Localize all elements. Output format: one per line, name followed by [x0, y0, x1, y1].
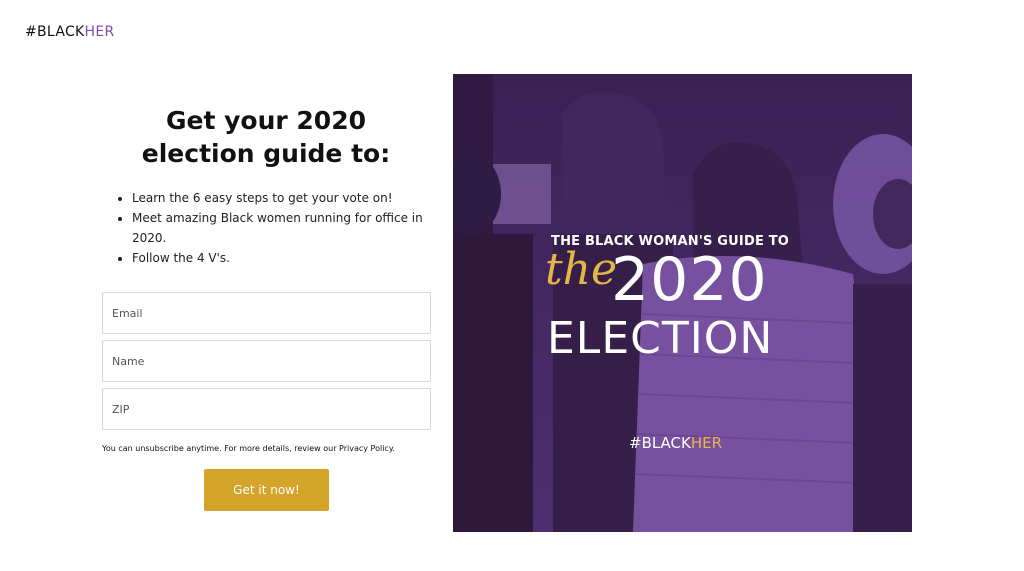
get-it-now-button[interactable]: Get it now!	[204, 469, 329, 511]
brand-logo-prefix: #BLACK	[25, 24, 85, 40]
brand-logo-suffix: HER	[84, 24, 115, 40]
hero-hashtag-suffix: HER	[690, 434, 723, 452]
unsubscribe-note: You can unsubscribe anytime. For more de…	[102, 444, 395, 453]
hero-image: THE BLACK WOMAN'S GUIDE TO the 2020 ELEC…	[453, 74, 912, 532]
benefit-item: Learn the 6 easy steps to get your vote …	[132, 188, 431, 208]
benefit-item: Meet amazing Black women running for off…	[132, 208, 431, 248]
hero-script-word: the	[545, 244, 618, 295]
hero-year: 2020	[611, 245, 768, 315]
benefits-list: Learn the 6 easy steps to get your vote …	[102, 188, 431, 268]
signup-form: Get your 2020 election guide to: Learn t…	[102, 104, 431, 511]
name-field[interactable]	[102, 340, 431, 382]
brand-logo[interactable]: #BLACKHER	[25, 24, 115, 40]
form-headline: Get your 2020 election guide to:	[141, 106, 391, 168]
zip-field[interactable]	[102, 388, 431, 430]
benefit-item: Follow the 4 V's.	[132, 248, 431, 268]
hero-title: ELECTION	[547, 313, 774, 364]
hero-hashtag-prefix: #BLACK	[629, 434, 691, 452]
email-field[interactable]	[102, 292, 431, 334]
hero-hashtag: #BLACKHER	[629, 434, 722, 452]
hero-text-overlay: THE BLACK WOMAN'S GUIDE TO the 2020 ELEC…	[453, 74, 912, 532]
